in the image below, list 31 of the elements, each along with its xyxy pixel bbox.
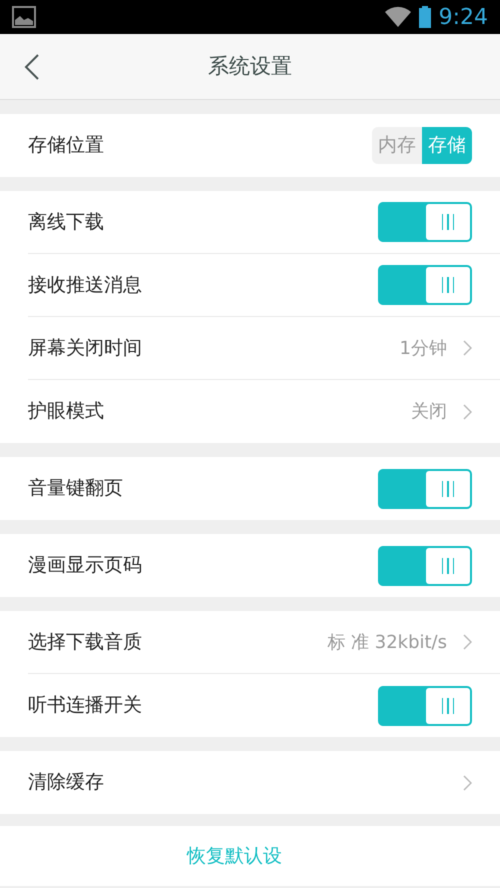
setting-label: 护眼模式 — [28, 399, 104, 424]
setting-label: 接收推送消息 — [28, 272, 142, 298]
setting-label: 漫画显示页码 — [28, 553, 142, 578]
chevron-icon — [463, 634, 472, 650]
toggle-switch[interactable] — [378, 468, 472, 508]
restore-defaults-button[interactable]: 恢复默认设 — [187, 842, 282, 870]
setting-label: 离线下载 — [28, 210, 104, 235]
setting-label: 选择下载音质 — [28, 630, 142, 655]
storage-option[interactable]: 内存 — [372, 127, 422, 164]
wifi-icon — [384, 6, 411, 28]
setting-label: 存储位置 — [28, 133, 104, 158]
setting-value: 标 准 32kbit/s — [327, 630, 447, 654]
setting-label: 屏幕关闭时间 — [28, 336, 142, 361]
chevron-icon — [463, 340, 472, 356]
chevron-icon — [463, 774, 472, 790]
setting-value: 1分钟 — [400, 336, 447, 360]
screen-title: 系统设置 — [208, 52, 292, 80]
setting-label: 清除缓存 — [28, 770, 104, 796]
storage-option[interactable]: 存储 — [422, 127, 472, 164]
gallery-icon — [12, 6, 36, 28]
back-button[interactable] — [24, 54, 40, 80]
toggle-switch[interactable] — [378, 686, 472, 726]
toggle-switch[interactable] — [378, 265, 472, 305]
setting-value: 关闭 — [411, 400, 447, 424]
battery-icon — [418, 6, 431, 28]
setting-label: 音量键翻页 — [28, 476, 123, 502]
setting-label: 听书连播开关 — [28, 693, 142, 718]
clock-time: 9:24 — [438, 4, 488, 32]
toggle-switch[interactable] — [378, 546, 472, 586]
chevron-icon — [463, 404, 472, 420]
toggle-switch[interactable] — [378, 202, 472, 242]
